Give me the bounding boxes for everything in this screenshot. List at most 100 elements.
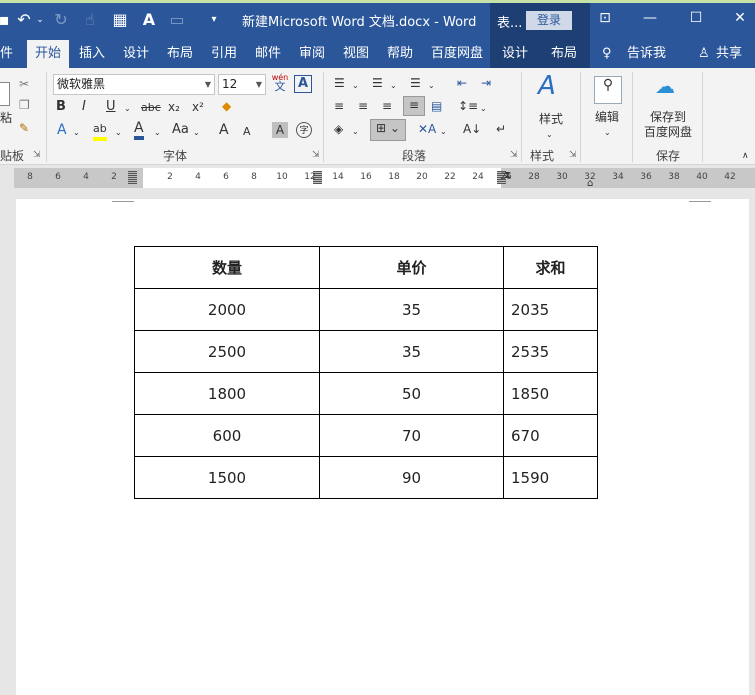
save-to-baidu-line2[interactable]: 百度网盘 xyxy=(644,124,692,140)
font-name-select[interactable]: 微软雅黑 ▼ xyxy=(53,74,215,95)
table-cell[interactable]: 600 xyxy=(134,414,320,457)
styles-launcher-icon[interactable]: ⇲ xyxy=(569,150,577,160)
grow-font-button[interactable]: A xyxy=(219,122,229,138)
tab-insert[interactable]: 插入 xyxy=(79,40,105,68)
justify-icon[interactable]: ≡ xyxy=(403,96,425,116)
line-spacing-icon[interactable]: ↕≡ xyxy=(458,98,478,114)
paragraph-launcher-icon[interactable]: ⇲ xyxy=(510,150,518,160)
chinese-layout-dropdown-icon[interactable]: ⌄ xyxy=(440,124,447,140)
save-icon[interactable]: ▪ xyxy=(0,10,14,30)
align-center-icon[interactable]: ≡ xyxy=(358,98,368,114)
header-quantity[interactable]: 数量 xyxy=(134,246,320,289)
picture-qat-icon[interactable]: ▭ xyxy=(167,10,187,30)
redo-icon[interactable]: ↻ xyxy=(51,10,71,30)
table-cell[interactable]: 2000 xyxy=(134,288,320,331)
line-spacing-dropdown-icon[interactable]: ⌄ xyxy=(480,101,487,117)
increase-indent-icon[interactable]: ⇥ xyxy=(481,75,491,91)
table-cell[interactable]: 1590 xyxy=(503,456,598,499)
table-cell[interactable]: 70 xyxy=(319,414,504,457)
text-effects-button[interactable]: A xyxy=(57,122,67,138)
header-unit-price[interactable]: 单价 xyxy=(319,246,504,289)
shading-icon[interactable]: ◈ xyxy=(334,121,343,137)
multilevel-dropdown-icon[interactable]: ⌄ xyxy=(428,78,435,94)
font-color-dropdown-icon[interactable]: ⌄ xyxy=(154,125,161,141)
tab-layout[interactable]: 布局 xyxy=(167,40,193,68)
align-left-icon[interactable]: ≡ xyxy=(334,98,344,114)
format-painter-qat-icon[interactable]: ▦ xyxy=(110,10,130,30)
share-button[interactable]: 共享 xyxy=(716,40,742,68)
shrink-font-button[interactable]: A xyxy=(243,124,251,140)
table-cell[interactable]: 1850 xyxy=(503,372,598,415)
editing-dropdown-icon[interactable]: ⌄ xyxy=(604,125,611,141)
tab-references[interactable]: 引用 xyxy=(211,40,237,68)
phonetic-guide-button[interactable]: wén 文 xyxy=(271,73,289,92)
strikethrough-button[interactable]: abc xyxy=(141,100,161,116)
table-cell[interactable]: 1500 xyxy=(134,456,320,499)
font-style-qat-icon[interactable]: A xyxy=(139,10,159,30)
cut-icon[interactable]: ✂ xyxy=(19,76,29,92)
paste-icon[interactable] xyxy=(0,82,10,106)
multilevel-list-icon[interactable]: ☰ xyxy=(410,75,421,91)
italic-button[interactable]: I xyxy=(82,99,86,115)
tab-baidu-netdisk[interactable]: 百度网盘 xyxy=(431,40,483,68)
enclose-characters-button[interactable]: 字 xyxy=(296,122,312,138)
highlight-button[interactable]: ab xyxy=(93,121,107,141)
minimize-icon[interactable]: — xyxy=(640,10,660,26)
character-shading-button[interactable]: A xyxy=(272,122,288,138)
bullets-icon[interactable]: ☰ xyxy=(334,75,345,91)
format-painter-icon[interactable]: ✎ xyxy=(19,120,29,136)
tab-review[interactable]: 审阅 xyxy=(299,40,325,68)
font-color-button[interactable]: A xyxy=(134,120,144,140)
show-marks-icon[interactable]: ↵ xyxy=(496,121,506,137)
borders-button[interactable]: ⊞ ⌄ xyxy=(370,119,406,141)
tab-table-layout[interactable]: 布局 xyxy=(540,40,590,68)
underline-dropdown-icon[interactable]: ⌄ xyxy=(124,101,131,117)
styles-button[interactable]: 样式 xyxy=(539,111,563,127)
align-right-icon[interactable]: ≡ xyxy=(382,98,392,114)
subscript-button[interactable]: x₂ xyxy=(168,99,180,115)
shading-dropdown-icon[interactable]: ⌄ xyxy=(352,124,359,140)
table-cell[interactable]: 2535 xyxy=(503,330,598,373)
table-cell[interactable]: 50 xyxy=(319,372,504,415)
search-icon[interactable]: ⚲ xyxy=(594,76,622,104)
change-case-button[interactable]: Aa xyxy=(172,122,189,138)
header-sum[interactable]: 求和 xyxy=(503,246,598,289)
clear-formatting-icon[interactable]: ◆ xyxy=(222,98,231,114)
ribbon-display-options-icon[interactable]: ⊡ xyxy=(595,10,615,26)
table-cell[interactable]: 35 xyxy=(319,288,504,331)
save-to-baidu-line1[interactable]: 保存到 xyxy=(650,109,686,125)
share-icon[interactable]: ♙ xyxy=(698,40,710,68)
font-size-select[interactable]: 12 ▼ xyxy=(218,74,266,95)
styles-dropdown-icon[interactable]: ⌄ xyxy=(546,127,553,143)
chinese-layout-icon[interactable]: ✕A xyxy=(418,121,436,137)
tab-home[interactable]: 开始 xyxy=(27,40,70,68)
maximize-icon[interactable]: ☐ xyxy=(686,10,706,26)
sort-icon[interactable]: A↓ xyxy=(463,121,481,137)
editing-button[interactable]: 编辑 xyxy=(595,109,619,125)
table-cell[interactable]: 2500 xyxy=(134,330,320,373)
tab-mailings[interactable]: 邮件 xyxy=(255,40,281,68)
tell-me-search[interactable]: 告诉我 xyxy=(627,40,666,68)
collapse-ribbon-icon[interactable]: ∧ xyxy=(742,148,749,164)
clipboard-launcher-icon[interactable]: ⇲ xyxy=(33,150,41,160)
copy-icon[interactable]: ❐ xyxy=(19,97,30,113)
numbering-dropdown-icon[interactable]: ⌄ xyxy=(390,78,397,94)
highlight-dropdown-icon[interactable]: ⌄ xyxy=(115,125,122,141)
lightbulb-icon[interactable]: ♀ xyxy=(602,40,612,68)
tab-design[interactable]: 设计 xyxy=(123,40,149,68)
decrease-indent-icon[interactable]: ⇤ xyxy=(457,75,467,91)
bullets-dropdown-icon[interactable]: ⌄ xyxy=(352,78,359,94)
close-icon[interactable]: ✕ xyxy=(730,10,750,26)
undo-dropdown-icon[interactable]: ⌄ xyxy=(30,10,50,30)
login-button[interactable]: 登录 xyxy=(526,11,572,30)
paste-button[interactable]: 粘 xyxy=(0,110,12,126)
bold-button[interactable]: B xyxy=(56,99,66,115)
table-cell[interactable]: 35 xyxy=(319,330,504,373)
numbering-icon[interactable]: ☰ xyxy=(372,75,383,91)
superscript-button[interactable]: x² xyxy=(192,99,204,115)
tab-table-design[interactable]: 设计 xyxy=(490,40,540,68)
data-table[interactable]: 数量 单价 求和 2000 35 2035 2500 35 2535 1800 … xyxy=(134,246,598,499)
text-effects-dropdown-icon[interactable]: ⌄ xyxy=(73,125,80,141)
change-case-dropdown-icon[interactable]: ⌄ xyxy=(193,125,200,141)
tab-help[interactable]: 帮助 xyxy=(387,40,413,68)
